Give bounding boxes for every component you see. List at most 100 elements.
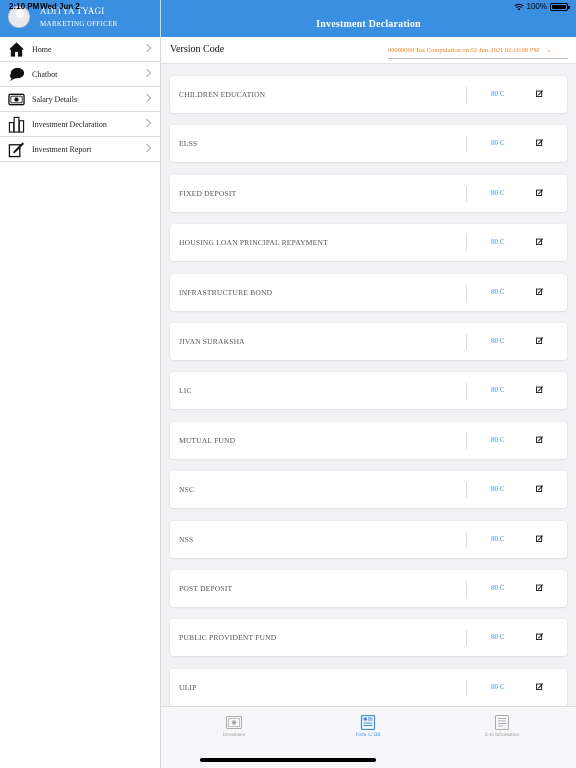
sidebar: ADITYA TYAGI MARKETING OFFICER Home Chat… [0, 0, 161, 768]
status-time: 2:10 PM [9, 2, 40, 11]
edit-icon[interactable] [536, 337, 543, 344]
sidebar-item-label: Home [32, 44, 52, 54]
investment-row[interactable]: PUBLIC PROVIDENT FUND 80 C [170, 619, 567, 657]
investment-name: MUTUAL FUND [179, 435, 236, 445]
investment-row[interactable]: LIC 80 C [170, 372, 567, 410]
investment-section: 80 C [491, 534, 505, 543]
divider [466, 580, 467, 597]
investment-section: 80 C [491, 336, 505, 345]
investment-section: 80 C [491, 485, 505, 494]
investment-section: 80 C [491, 682, 505, 691]
investment-section: 80 C [491, 238, 505, 247]
investment-section: 80 C [491, 287, 505, 296]
status-bar: 2:10 PM Wed Jun 2 100% [0, 0, 576, 14]
sidebar-item-home[interactable]: Home [0, 37, 160, 62]
divider [466, 482, 467, 499]
version-dropdown[interactable]: 00000000 Tax Computation on 02-Jun-2021 … [388, 42, 568, 59]
tab-investment[interactable]: Investment [194, 715, 274, 738]
version-label: Version Code [170, 44, 225, 55]
investment-row[interactable]: MUTUAL FUND 80 C [170, 421, 567, 459]
chevron-right-icon [142, 68, 152, 78]
tab-label: Form 12 BB [355, 733, 381, 738]
sidebar-item-label: Salary Details [32, 94, 78, 104]
edit-icon[interactable] [536, 188, 543, 196]
status-date: Wed Jun 2 [40, 2, 80, 11]
investment-row[interactable]: FIXED DEPOSIT 80 C [170, 174, 567, 212]
divider [466, 432, 467, 449]
investment-section: 80 C [491, 435, 505, 444]
investment-row[interactable]: NSS 80 C [170, 520, 567, 558]
edit-icon[interactable] [536, 682, 543, 690]
home-icon [8, 42, 25, 57]
investment-name: CHILDREN EDUCATION [179, 90, 266, 99]
tab-form-12bb[interactable]: Form 12 BB [328, 715, 408, 738]
investment-name: NSC [179, 485, 195, 495]
edit-icon[interactable] [536, 485, 543, 493]
chevron-right-icon [142, 93, 152, 103]
sidebar-item-investment-report[interactable]: Investment Report [0, 137, 160, 162]
investment-row[interactable]: POST DEPOSIT 80 C [170, 569, 567, 607]
tab-label: E-In Information [484, 733, 520, 738]
divider [466, 531, 467, 548]
money-icon [226, 716, 242, 729]
chevron-right-icon [142, 143, 152, 153]
sidebar-item-chatbot[interactable]: Chatbot [0, 62, 160, 87]
money-icon [8, 93, 25, 106]
sidebar-item-salary-details[interactable]: Salary Details [0, 87, 160, 112]
investment-name: LIC [179, 386, 192, 396]
investment-name: ULIP [179, 682, 197, 692]
home-indicator[interactable] [200, 758, 376, 762]
chevron-down-icon: ⌄ [546, 47, 552, 54]
investment-row[interactable]: ULIP 80 C [170, 668, 567, 706]
chevron-right-icon [142, 43, 152, 53]
divider [466, 87, 467, 103]
investment-section: 80 C [491, 90, 505, 98]
edit-icon[interactable] [536, 238, 543, 246]
investment-list: CHILDREN EDUCATION 80 C ELSS 80 C FIXED … [170, 76, 567, 718]
investment-name: POST DEPOSIT [179, 583, 233, 593]
edit-icon[interactable] [536, 287, 543, 295]
edit-icon[interactable] [536, 435, 543, 443]
battery-icon [550, 2, 570, 11]
investment-row[interactable]: INFRASTRUCTURE BOND 80 C [170, 273, 567, 311]
buildings-icon [8, 116, 25, 133]
divider [466, 333, 467, 350]
user-role: MARKETING OFFICER [40, 20, 118, 28]
divider [466, 185, 467, 202]
document-icon [495, 715, 509, 730]
edit-icon[interactable] [536, 534, 543, 542]
divider [466, 383, 467, 400]
edit-icon[interactable] [536, 90, 543, 97]
investment-section: 80 C [491, 583, 505, 592]
edit-icon[interactable] [536, 633, 543, 641]
edit-icon[interactable] [536, 584, 543, 591]
edit-report-icon [8, 142, 25, 158]
investment-row[interactable]: NSC 80 C [170, 471, 567, 509]
investment-name: PUBLIC PROVIDENT FUND [179, 633, 277, 643]
divider [466, 284, 467, 301]
investment-row[interactable]: HOUSING LOAN PRINCIPAL REPAYMENT 80 C [170, 224, 567, 262]
tab-e-in-information[interactable]: E-In Information [462, 715, 542, 738]
investment-row[interactable]: CHILDREN EDUCATION 80 C [170, 76, 567, 113]
chat-icon [9, 67, 25, 82]
page-title: Investment Declaration [316, 19, 421, 30]
investment-name: NSS [179, 534, 194, 544]
chevron-right-icon [142, 118, 152, 128]
edit-icon[interactable] [536, 386, 543, 394]
form-icon [360, 715, 376, 730]
divider [466, 136, 467, 153]
version-row: Version Code 00000000 Tax Computation on… [161, 37, 576, 64]
edit-icon[interactable] [536, 139, 543, 147]
version-value: 00000000 Tax Computation on 02-Jun-2021 … [388, 46, 540, 54]
sidebar-item-label: Investment Declaration [32, 119, 107, 129]
investment-row[interactable]: ELSS 80 C [170, 125, 567, 163]
status-icons: 100% [513, 2, 570, 11]
tab-label: Investment [222, 733, 246, 738]
investment-row[interactable]: JIVAN SURAKSHA 80 C [170, 322, 567, 360]
sidebar-item-investment-declaration[interactable]: Investment Declaration [0, 112, 160, 137]
investment-name: HOUSING LOAN PRINCIPAL REPAYMENT [179, 238, 328, 248]
investment-name: FIXED DEPOSIT [179, 188, 237, 198]
investment-section: 80 C [491, 633, 505, 642]
investment-name: INFRASTRUCTURE BOND [179, 287, 273, 297]
sidebar-item-label: Chatbot [32, 69, 58, 79]
